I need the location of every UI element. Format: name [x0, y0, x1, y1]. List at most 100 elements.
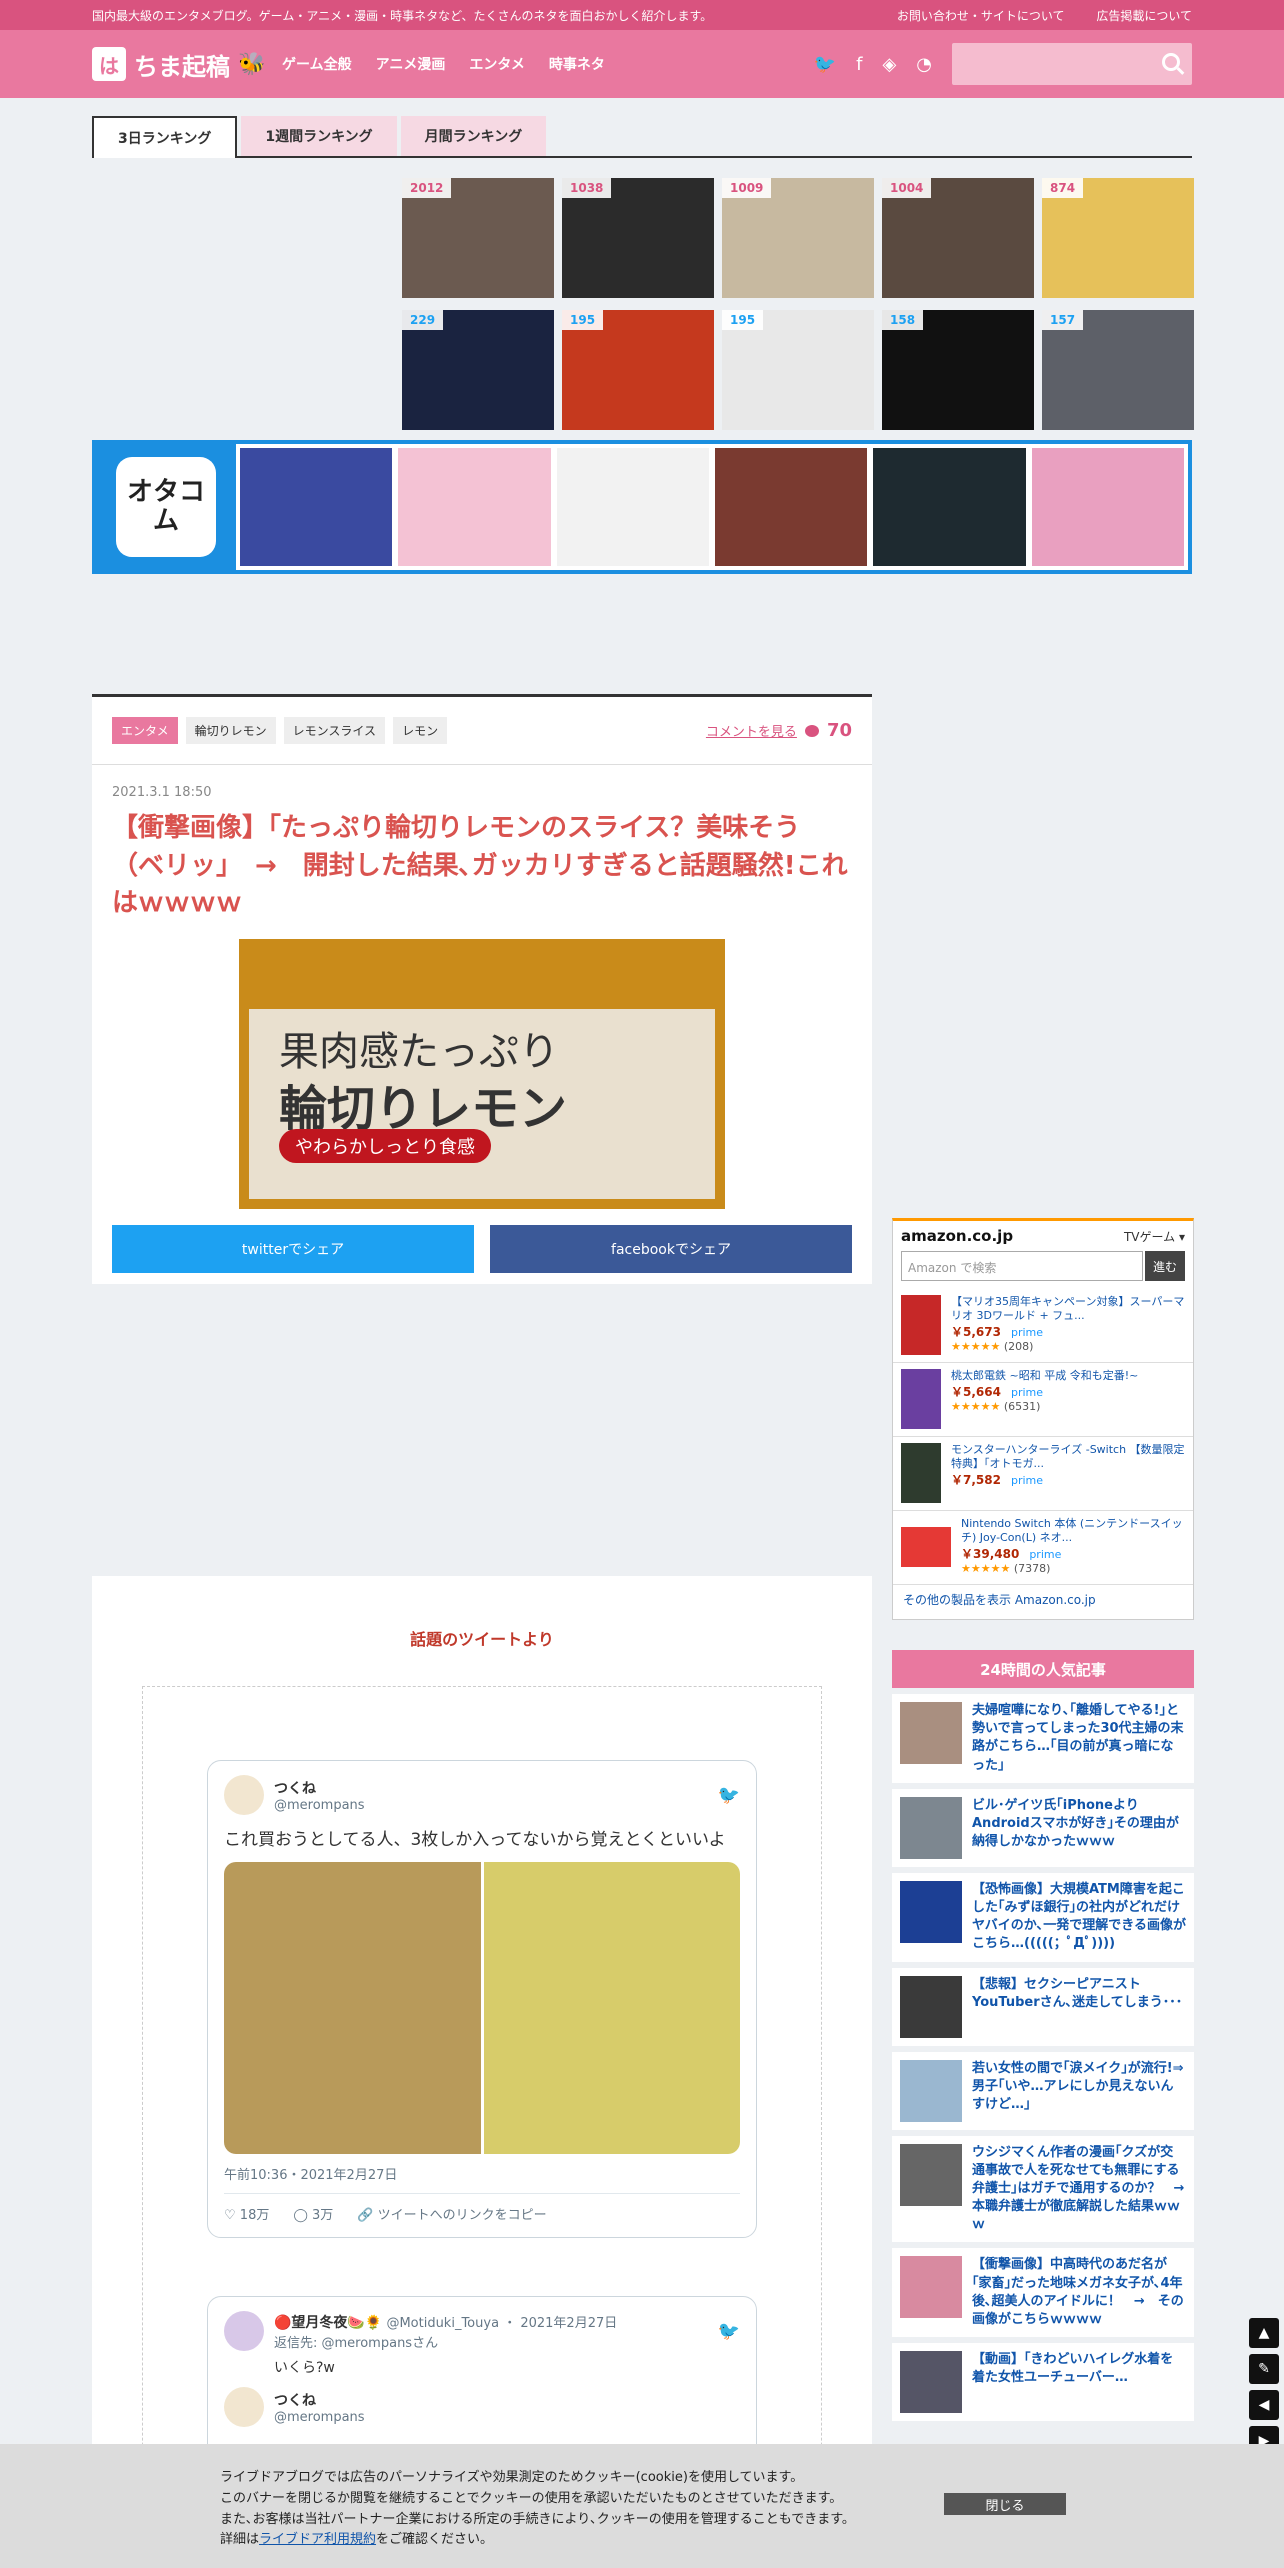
popular-title[interactable]: 【衝撃画像】中高時代のあだ名が｢家畜｣だった地味メガネ女子が､4年後､超美人のア…: [972, 2256, 1186, 2329]
feedly-icon[interactable]: ◈: [882, 54, 896, 75]
banner-thumb[interactable]: [873, 448, 1026, 566]
product-title[interactable]: モンスターハンターライズ -Switch 【数量限定特典】「オトモガ...: [951, 1443, 1185, 1471]
twitter-bird-icon[interactable]: 🐦: [718, 2321, 740, 2342]
tweet-card[interactable]: つくね @merompans 🐦 これ買おうとしてる人、3枚しか入ってないから覚…: [207, 1760, 757, 2238]
amazon-search-input[interactable]: Amazon で検索: [901, 1251, 1143, 1281]
twitter-icon[interactable]: 🐦: [814, 54, 836, 75]
tag[interactable]: レモン: [393, 717, 448, 744]
avatar[interactable]: [224, 2311, 264, 2351]
quoted-author-name[interactable]: つくね: [274, 2390, 365, 2410]
nav-anime-manga[interactable]: アニメ漫画: [376, 54, 446, 74]
popular-title[interactable]: 【恐怖画像】大規模ATM障害を起こした｢みずほ銀行｣の社内がどれだけヤバイのか､…: [972, 1881, 1186, 1954]
popular-title[interactable]: 【悲報】セクシーピアニストYouTuberさん､迷走してしまう･･･: [972, 1976, 1186, 2038]
nav-entertainment[interactable]: エンタメ: [469, 54, 525, 74]
twitter-share-button[interactable]: twitterでシェア: [112, 1225, 474, 1274]
tag[interactable]: 輪切りレモン: [185, 717, 276, 744]
amazon-item[interactable]: 【マリオ35周年キャンペーン対象】スーパーマリオ 3Dワールド + フュ... …: [893, 1289, 1193, 1363]
facebook-icon[interactable]: f: [856, 54, 862, 75]
otacom-banner[interactable]: オタコム: [92, 440, 1192, 574]
ranking-thumb[interactable]: 874: [1042, 178, 1194, 298]
tab-1week[interactable]: 1週間ランキング: [241, 116, 397, 156]
popular-item[interactable]: 【恐怖画像】大規模ATM障害を起こした｢みずほ銀行｣の社内がどれだけヤバイのか､…: [892, 1872, 1194, 1962]
popular-item[interactable]: 【悲報】セクシーピアニストYouTuberさん､迷走してしまう･･･: [892, 1967, 1194, 2046]
ranking-thumb[interactable]: 1038: [562, 178, 714, 298]
product-thumb[interactable]: [901, 1527, 951, 1567]
tab-monthly[interactable]: 月間ランキング: [400, 116, 547, 156]
tweet-author-name[interactable]: 🔴望月冬夜🍉🌻: [274, 2315, 382, 2331]
amazon-category-select[interactable]: TVゲーム ▾: [1124, 1228, 1185, 1245]
popular-thumb[interactable]: [900, 2256, 962, 2319]
popular-thumb[interactable]: [900, 1880, 962, 1943]
nav-current-events[interactable]: 時事ネタ: [549, 54, 605, 74]
ranking-thumb[interactable]: 157: [1042, 310, 1194, 430]
popular-thumb[interactable]: [900, 1975, 962, 2038]
popular-item[interactable]: 【動画】｢きわどいハイレグ水着を着た女性ユーチューバー…: [892, 2343, 1194, 2422]
popular-thumb[interactable]: [900, 1702, 962, 1764]
popular-title[interactable]: ウシジマくん作者の漫画｢クズが交通事故で人を死なせても無罪にする弁護士｣はガチで…: [972, 2144, 1197, 2235]
tweet-author-name[interactable]: つくね: [274, 1778, 365, 1798]
product-thumb[interactable]: [901, 1443, 941, 1503]
twitter-bird-icon[interactable]: 🐦: [718, 1785, 740, 1806]
cookie-close-button[interactable]: 閉じる: [944, 2493, 1066, 2515]
reply-action[interactable]: ◯ 3万: [293, 2204, 333, 2223]
tweet-date[interactable]: 2021年2月27日: [520, 2316, 617, 2331]
popular-item[interactable]: ウシジマくん作者の漫画｢クズが交通事故で人を死なせても無罪にする弁護士｣はガチで…: [892, 2135, 1197, 2243]
contact-link[interactable]: お問い合わせ・サイトについて: [897, 9, 1065, 23]
otacom-logo[interactable]: オタコム: [96, 444, 236, 570]
tweet-image[interactable]: [483, 1861, 740, 2154]
banner-thumb[interactable]: [556, 448, 709, 566]
tweet-image[interactable]: [224, 1861, 481, 2154]
tweet-time[interactable]: 午前10:36・2021年2月27日: [224, 2164, 740, 2194]
ranking-thumb[interactable]: 195: [722, 310, 874, 430]
popular-item[interactable]: 夫婦喧嘩になり､｢離婚してやる!｣と勢いで言ってしまった30代主婦の末路がこちら…: [892, 1694, 1194, 1783]
product-title[interactable]: 【マリオ35周年キャンペーン対象】スーパーマリオ 3Dワールド + フュ...: [951, 1295, 1185, 1323]
product-thumb[interactable]: [901, 1295, 941, 1355]
popular-thumb[interactable]: [900, 2059, 962, 2122]
ranking-thumb[interactable]: 229: [402, 310, 554, 430]
amazon-more-link[interactable]: その他の製品を表示 Amazon.co.jp: [893, 1585, 1193, 1614]
product-title[interactable]: 桃太郎電鉄 ~昭和 平成 令和も定番!~: [951, 1369, 1138, 1383]
rss-icon[interactable]: ◔: [916, 54, 932, 75]
avatar[interactable]: [224, 1775, 264, 1815]
tweet-author-handle[interactable]: @merompans: [274, 1798, 365, 1813]
amazon-search-button[interactable]: 進む: [1145, 1251, 1185, 1281]
ranking-thumb[interactable]: 2012: [402, 178, 554, 298]
article-hero-image[interactable]: 果肉感たっぷり 輪切りレモン やわらかしっとり食感: [239, 939, 725, 1210]
popular-item[interactable]: ビル･ゲイツ氏｢iPhoneよりAndroidスマホが好き｣その理由が納得しかな…: [892, 1788, 1194, 1867]
tab-3day[interactable]: 3日ランキング: [92, 116, 238, 158]
tweet-author-handle[interactable]: @Motiduki_Touya: [386, 2316, 499, 2331]
prev-icon[interactable]: ◀: [1249, 2390, 1279, 2420]
copy-link-action[interactable]: 🔗 ツイートへのリンクをコピー: [357, 2204, 546, 2223]
banner-thumb[interactable]: [714, 448, 868, 566]
scroll-top-icon[interactable]: ▲: [1249, 2318, 1279, 2348]
terms-link[interactable]: ライブドア利用規約: [259, 2532, 376, 2547]
popular-title[interactable]: 夫婦喧嘩になり､｢離婚してやる!｣と勢いで言ってしまった30代主婦の末路がこちら…: [972, 1702, 1186, 1775]
amazon-item[interactable]: モンスターハンターライズ -Switch 【数量限定特典】「オトモガ... ￥7…: [893, 1437, 1193, 1511]
popular-title[interactable]: 若い女性の間で｢涙メイク｣が流行!⇒男子｢いや…アレにしか見えないんすけど…｣: [972, 2060, 1186, 2122]
popular-thumb[interactable]: [900, 2351, 962, 2414]
product-title[interactable]: Nintendo Switch 本体 (ニンテンドースイッチ) Joy-Con(…: [961, 1517, 1185, 1545]
amazon-item[interactable]: 桃太郎電鉄 ~昭和 平成 令和も定番!~ ￥5,664 prime ★★★★★ (…: [893, 1363, 1193, 1437]
reply-to[interactable]: 返信先: @merompansさん: [274, 2332, 617, 2351]
popular-title[interactable]: 【動画】｢きわどいハイレグ水着を着た女性ユーチューバー…: [972, 2351, 1186, 2413]
category-tag[interactable]: エンタメ: [112, 717, 178, 744]
popular-thumb[interactable]: [900, 2143, 962, 2206]
site-logo[interactable]: は ちま起稿 🐝: [92, 47, 282, 82]
article-title[interactable]: 【衝撃画像】｢たっぷり輪切りレモンのスライス？美味そう（ベリッ」 → 開封した結…: [92, 800, 872, 923]
popular-item[interactable]: 【衝撃画像】中高時代のあだ名が｢家畜｣だった地味メガネ女子が､4年後､超美人のア…: [892, 2248, 1194, 2338]
tag[interactable]: レモンスライス: [283, 717, 386, 744]
nav-games[interactable]: ゲーム全般: [282, 54, 352, 74]
banner-thumb[interactable]: [1031, 448, 1184, 566]
quoted-author-handle[interactable]: @merompans: [274, 2410, 365, 2425]
search-input[interactable]: [952, 43, 1192, 85]
search-icon[interactable]: [1162, 53, 1180, 71]
like-action[interactable]: ♡ 18万: [224, 2204, 269, 2223]
amazon-item[interactable]: Nintendo Switch 本体 (ニンテンドースイッチ) Joy-Con(…: [893, 1511, 1193, 1585]
ranking-thumb[interactable]: 158: [882, 310, 1034, 430]
avatar[interactable]: [224, 2387, 264, 2427]
banner-thumb[interactable]: [240, 448, 393, 566]
product-thumb[interactable]: [901, 1369, 941, 1429]
popular-title[interactable]: ビル･ゲイツ氏｢iPhoneよりAndroidスマホが好き｣その理由が納得しかな…: [972, 1797, 1186, 1859]
facebook-share-button[interactable]: facebookでシェア: [490, 1225, 852, 1274]
comment-icon[interactable]: ✎: [1249, 2354, 1279, 2384]
